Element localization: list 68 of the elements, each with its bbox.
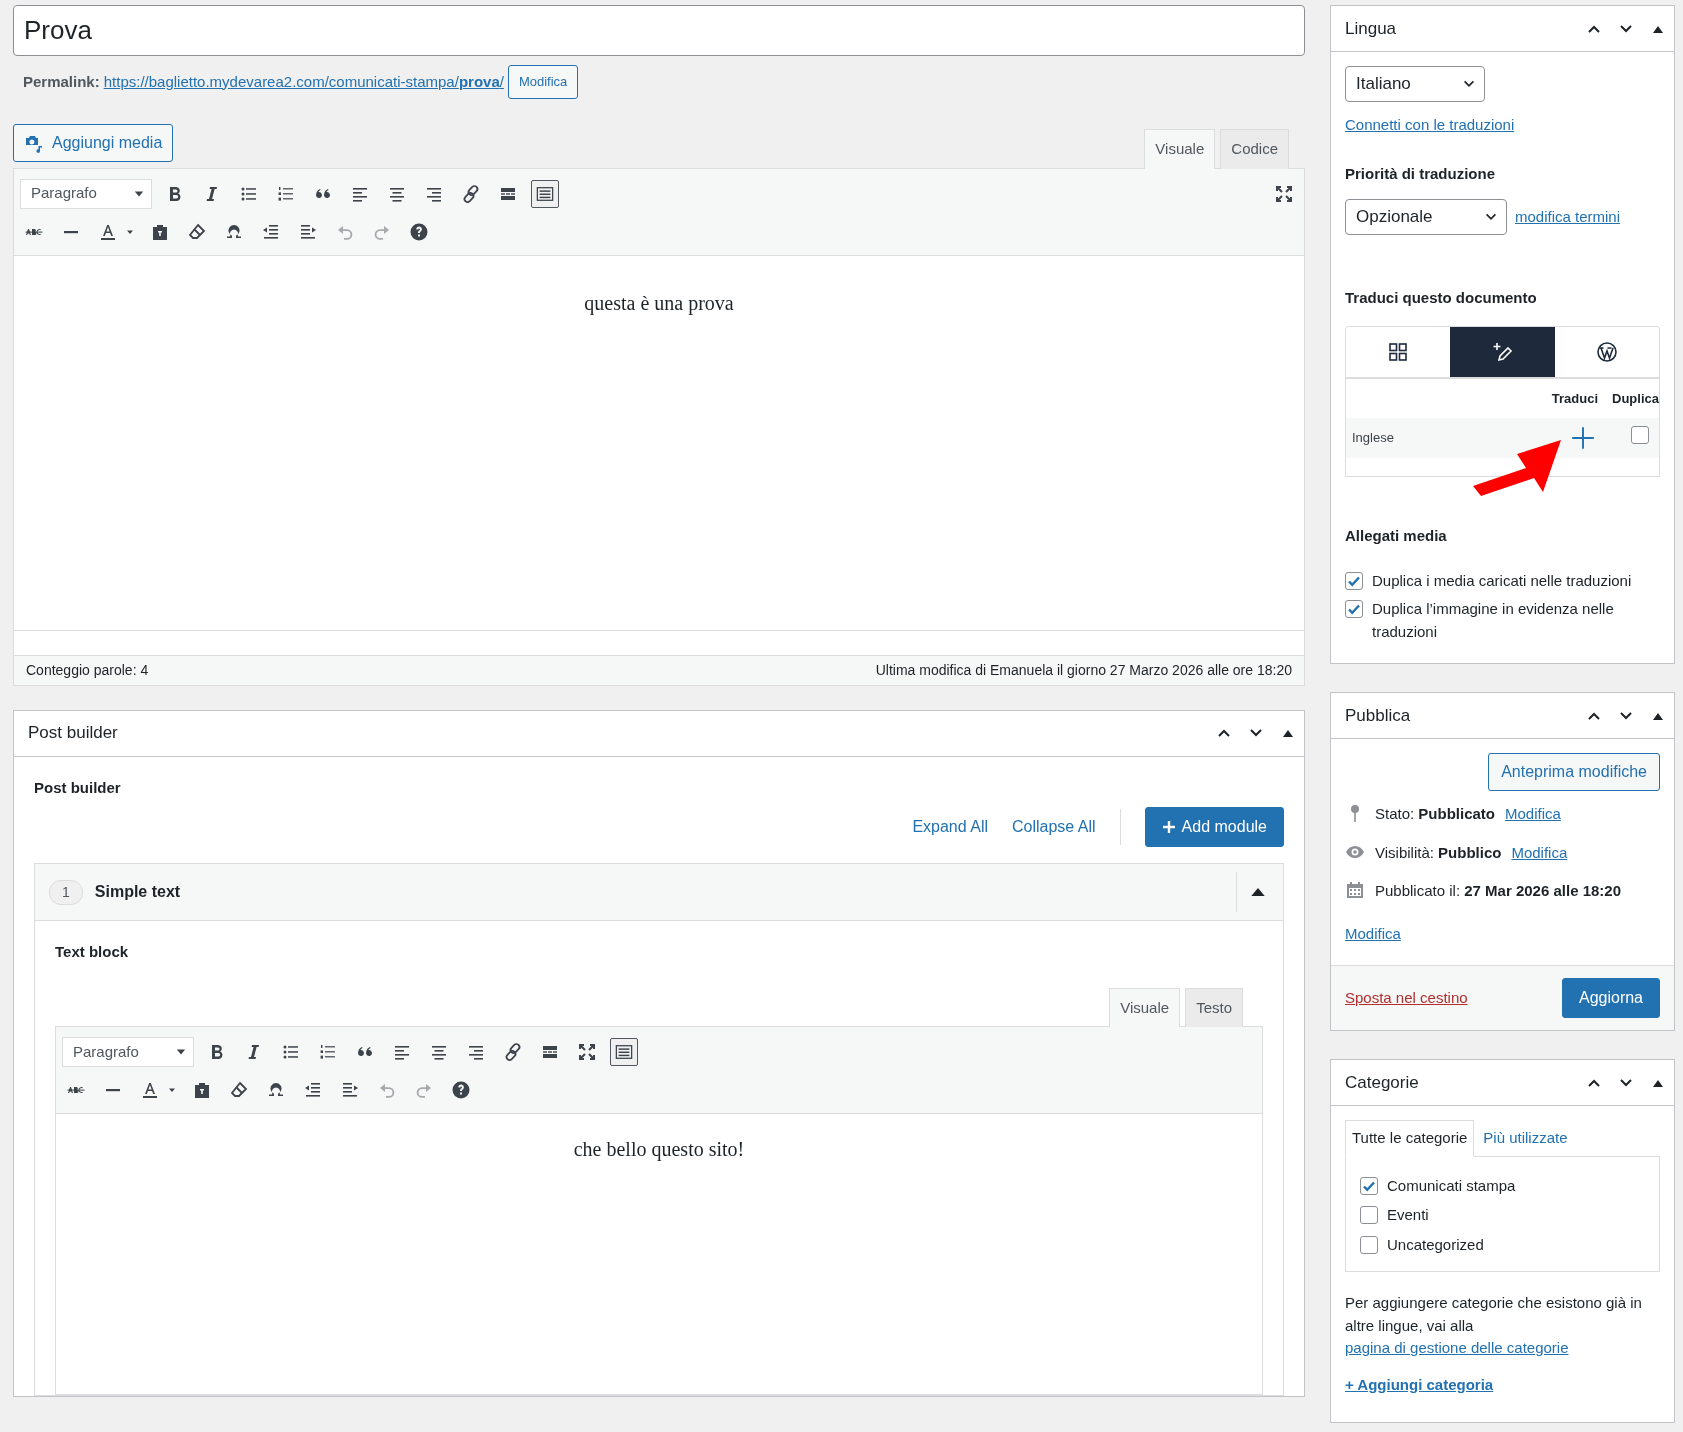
format-select[interactable]: Paragrafo: [20, 178, 152, 209]
checkbox-label: Duplica l’immagine in evidenza nelle traduzioni: [1372, 599, 1615, 642]
panel-title: Pubblica: [1345, 704, 1411, 727]
panel-title: Lingua: [1345, 17, 1397, 40]
checkbox[interactable]: [1360, 1206, 1378, 1224]
connect-translations-link[interactable]: Connetti con le traduzioni: [1345, 116, 1515, 133]
add-translation-icon[interactable]: [1571, 426, 1595, 450]
module-title: Simple text: [94, 882, 181, 902]
toolbar-toggle-icon[interactable]: [610, 1038, 638, 1066]
expand-all-link[interactable]: Expand All: [912, 815, 988, 839]
edit-link[interactable]: Modifica: [1511, 841, 1568, 864]
checkbox[interactable]: [1360, 1235, 1378, 1254]
edit-link[interactable]: Modifica: [1345, 922, 1401, 945]
edit-permalink-button[interactable]: Modifica: [507, 65, 579, 99]
checkbox[interactable]: [1631, 426, 1649, 445]
language-select[interactable]: Italiano: [1345, 66, 1485, 102]
categories-note: Per aggiungere categorie che esistono già in altre lingue, vai alla pagina di gestione delle categorie: [1345, 1293, 1643, 1358]
section-label: Allegati media: [1345, 526, 1448, 546]
add-category-link[interactable]: + Aggiungi categoria: [1345, 1375, 1494, 1393]
toolbar-toggle-icon[interactable]: [531, 179, 559, 208]
permalink-link[interactable]: https://baglietto.mydevarea2.com/comunicati-stampa/prova/: [103, 70, 504, 93]
format-select[interactable]: Paragrafo: [62, 1037, 194, 1067]
checkbox-label: Uncategorized: [1387, 1234, 1484, 1255]
editor-tab[interactable]: Codice: [1220, 129, 1289, 169]
publish-info: Visibilità: Pubblico: [1375, 842, 1502, 863]
add-media-button[interactable]: Aggiungi media: [13, 123, 174, 162]
checkbox[interactable]: [1345, 571, 1363, 590]
editor-content: questa è una prova: [584, 291, 734, 314]
category-tab[interactable]: Più utilizzate: [1476, 1120, 1575, 1157]
editor-tab[interactable]: Testo: [1185, 987, 1243, 1027]
word-count: Conteggio parole: 4: [26, 660, 149, 680]
editor-content: che bello questo sito!: [573, 1138, 745, 1160]
column-header: Duplica: [1612, 389, 1659, 408]
module-number: 1: [49, 879, 83, 905]
trash-link[interactable]: Sposta nel cestino: [1345, 986, 1468, 1010]
calendar-icon: [1345, 880, 1365, 900]
category-management-link[interactable]: pagina di gestione delle categorie: [1345, 1339, 1569, 1356]
section-label: Traduci questo documento: [1345, 288, 1538, 308]
editor-tab[interactable]: Visuale: [1144, 129, 1216, 169]
field-label: Text block: [55, 942, 130, 962]
last-modified: Ultima modifica di Emanuela il giorno 27 Marzo 2026 alle ore 18:20: [875, 660, 1292, 680]
logo-icon: [1594, 339, 1619, 364]
collapse-all-link[interactable]: Collapse All: [1012, 815, 1096, 839]
panel-title: Post builder: [28, 722, 118, 745]
checkbox-label: Eventi: [1387, 1205, 1429, 1225]
translation-tab[interactable]: [1450, 326, 1555, 377]
checkbox-label: Duplica i media caricati nelle traduzioni: [1372, 570, 1632, 591]
category-tab[interactable]: Tutte le categorie: [1345, 1120, 1475, 1157]
edit-link[interactable]: Modifica: [1505, 803, 1561, 826]
preview-button[interactable]: Anteprima modifiche: [1488, 753, 1660, 791]
editor-tab[interactable]: Visuale: [1109, 987, 1181, 1027]
publish-info: Pubblicato il: 27 Mar 2026 alle 18:20: [1375, 881, 1621, 901]
title-field[interactable]: Prova: [13, 5, 1305, 56]
edit-terms-link[interactable]: modifica termini: [1515, 205, 1621, 229]
panel-title: Categorie: [1345, 1071, 1419, 1094]
priority-select[interactable]: Opzionale: [1345, 199, 1507, 235]
permalink-label: Permalink:: [23, 71, 100, 92]
language-name: Inglese: [1352, 429, 1394, 448]
publish-info: Stato: Pubblicato: [1375, 804, 1496, 824]
update-button[interactable]: Aggiorna: [1561, 978, 1660, 1018]
plus-icon: [1161, 820, 1176, 834]
field-label: Post builder: [34, 777, 122, 798]
section-label: Priorità di traduzione: [1345, 163, 1496, 184]
column-header: Traduci: [1551, 389, 1599, 408]
add-module-button[interactable]: Add module: [1144, 807, 1284, 847]
checkbox[interactable]: [1345, 600, 1363, 618]
checkbox-label: Comunicati stampa: [1387, 1175, 1516, 1196]
checkbox[interactable]: [1360, 1176, 1378, 1195]
